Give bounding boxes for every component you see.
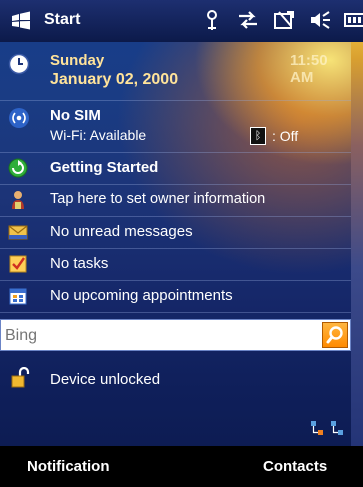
day-label: Sunday — [50, 52, 105, 69]
calendar-icon — [8, 286, 28, 306]
device-lock-row[interactable]: Device unlocked — [0, 363, 351, 395]
scroll-edge — [351, 0, 363, 487]
network-icon[interactable] — [310, 420, 324, 436]
battery-icon[interactable] — [344, 8, 363, 32]
network-icon-2[interactable] — [330, 420, 344, 436]
notification-softkey[interactable]: Notification — [27, 458, 110, 475]
search-button[interactable] — [322, 322, 348, 348]
sim-status: No SIM — [50, 107, 101, 124]
search-input[interactable] — [1, 320, 317, 352]
bluetooth-status: ᛒ : Off — [250, 127, 298, 145]
title-bar: Start — [0, 0, 363, 42]
lock-label: Device unlocked — [50, 371, 161, 388]
date-label: January 02, 2000 — [50, 71, 179, 88]
no-signal-icon[interactable] — [272, 8, 296, 32]
appointments-row[interactable]: No upcoming appointments — [0, 280, 351, 313]
bluetooth-icon: ᛒ — [250, 127, 266, 145]
appointments-label: No upcoming appointments — [50, 287, 233, 304]
network-status — [310, 420, 344, 436]
time-label: 11:50 AM — [290, 52, 328, 86]
status-icons — [200, 8, 363, 32]
getting-started-icon — [8, 158, 28, 178]
messages-label: No unread messages — [50, 223, 193, 240]
tasks-icon — [8, 254, 28, 274]
date-row[interactable]: Sunday January 02, 2000 11:50 AM — [0, 43, 351, 101]
softkey-bar: Notification Contacts — [0, 446, 363, 487]
wireless-icon — [8, 107, 29, 128]
bluetooth-label: : Off — [272, 128, 299, 144]
wifi-status: Wi-Fi: Available — [50, 127, 147, 143]
owner-row[interactable]: Tap here to set owner information — [0, 184, 351, 217]
messages-row[interactable]: No unread messages — [0, 216, 351, 249]
windows-flag-icon[interactable] — [10, 10, 32, 32]
getting-started-row[interactable]: Getting Started — [0, 152, 351, 185]
sync-icon[interactable] — [236, 8, 260, 32]
volume-icon[interactable] — [308, 8, 332, 32]
getting-started-label: Getting Started — [50, 159, 159, 176]
clock-icon — [8, 53, 30, 75]
owner-label: Tap here to set owner information — [50, 191, 266, 207]
tasks-row[interactable]: No tasks — [0, 248, 351, 281]
start-button[interactable]: Start — [44, 11, 80, 29]
tasks-label: No tasks — [50, 255, 109, 272]
unlock-icon — [10, 366, 32, 389]
contacts-softkey[interactable]: Contacts — [263, 458, 327, 475]
message-icon — [8, 222, 28, 242]
search-icon — [326, 326, 343, 344]
search-box — [0, 319, 351, 352]
connectivity-row[interactable]: No SIM Wi-Fi: Available ᛒ : Off — [0, 100, 351, 153]
owner-icon — [8, 190, 28, 210]
antenna-icon[interactable] — [200, 8, 224, 32]
